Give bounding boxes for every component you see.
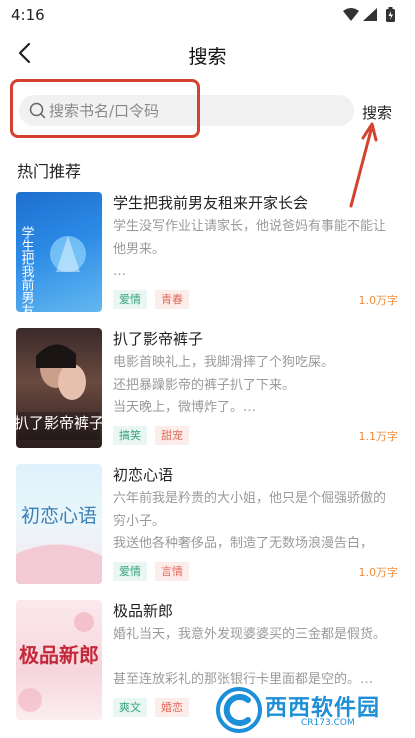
book-tag: 搞笑 xyxy=(113,426,147,445)
status-time: 4:16 xyxy=(11,6,45,24)
title-bar: 搜索 xyxy=(0,30,415,76)
cover-title-text: 极品新郎 xyxy=(19,643,99,667)
book-cover-art: 极品新郎 xyxy=(18,612,99,712)
search-box[interactable] xyxy=(19,95,354,126)
page-title: 搜索 xyxy=(188,46,227,68)
site-watermark: 西西软件园 CR173.COM xyxy=(215,686,400,734)
section-title-hot: 热门推荐 xyxy=(17,162,82,181)
book-description: 六年前我是矜贵的大小姐，他只是个倔强骄傲的穷小子。 我送他各种奢侈品，制造了无数… xyxy=(113,491,387,551)
status-icons xyxy=(343,7,395,22)
book-tag: 爱情 xyxy=(113,290,147,309)
watermark-url: CR173.COM xyxy=(301,718,355,728)
book-item[interactable]: 扒了影帝裤子 扒了影帝裤子 电影首映礼上，我脚滑摔了个狗吃屎。 还把暴躁影帝的裤… xyxy=(0,328,415,456)
status-bar: 4:16 xyxy=(0,0,415,30)
book-description: 婚礼当天，我意外发现婆婆买的三金都是假货。 甚至连放彩礼的那张银行卡里面都是空的… xyxy=(113,627,387,687)
book-item[interactable]: 学生把我前男友租来开家长会 学生把我前男友租来开家长会 学生没写作业让请家长，他… xyxy=(0,192,415,320)
book-tags: 爱情 青春 xyxy=(113,290,189,309)
book-tag: 青春 xyxy=(155,290,189,309)
watermark-logo-icon xyxy=(216,687,262,733)
book-cover-art: 学生把我前男友租来开家长会 xyxy=(19,225,86,312)
cover-title-text: 初恋心语 xyxy=(21,505,97,527)
book-wordcount: 1.1万字 xyxy=(358,430,399,443)
book-tag: 甜宠 xyxy=(155,426,189,445)
book-title: 扒了影帝裤子 xyxy=(113,330,204,348)
book-cover: 学生把我前男友租来开家长会 xyxy=(16,192,102,312)
book-cover-art: 扒了影帝裤子 xyxy=(16,344,102,440)
book-title: 极品新郎 xyxy=(113,602,174,620)
book-description: 学生没写作业让请家长，他说爸妈有事能不能让他男来。 … xyxy=(113,219,387,279)
search-input[interactable] xyxy=(49,97,339,124)
wifi-icon xyxy=(343,8,359,21)
book-cover-art: 初恋心语 xyxy=(16,505,102,584)
book-tags: 爱情 言情 xyxy=(113,562,189,581)
book-wordcount: 1.0万字 xyxy=(358,566,399,579)
book-item[interactable]: 初恋心语 初恋心语 六年前我是矜贵的大小姐，他只是个倔强骄傲的穷小子。 我送他各… xyxy=(0,464,415,592)
book-title: 学生把我前男友租来开家长会 xyxy=(113,194,309,212)
search-button[interactable]: 搜索 xyxy=(362,102,392,123)
book-cover: 初恋心语 xyxy=(16,464,102,584)
book-title: 初恋心语 xyxy=(113,466,174,484)
book-description: 电影首映礼上，我脚滑摔了个狗吃屎。 还把暴躁影帝的裤子扒了下来。 当天晚上，微博… xyxy=(113,355,335,415)
battery-icon xyxy=(386,7,395,22)
book-cover: 极品新郎 xyxy=(16,600,102,720)
book-cover: 扒了影帝裤子 xyxy=(16,328,102,448)
book-tag: 婚恋 xyxy=(155,698,189,717)
book-tags: 爽文 婚恋 xyxy=(113,698,189,717)
book-tag: 爽文 xyxy=(113,698,147,717)
book-tag: 言情 xyxy=(155,562,189,581)
signal-icon xyxy=(363,8,377,21)
cover-title-text: 学生把我前男友租来开家长会 xyxy=(19,225,35,312)
book-tag: 爱情 xyxy=(113,562,147,581)
cover-title-text: 扒了影帝裤子 xyxy=(16,414,102,432)
book-tags: 搞笑 甜宠 xyxy=(113,426,189,445)
book-wordcount: 1.0万字 xyxy=(358,294,399,307)
search-icon xyxy=(29,102,46,119)
